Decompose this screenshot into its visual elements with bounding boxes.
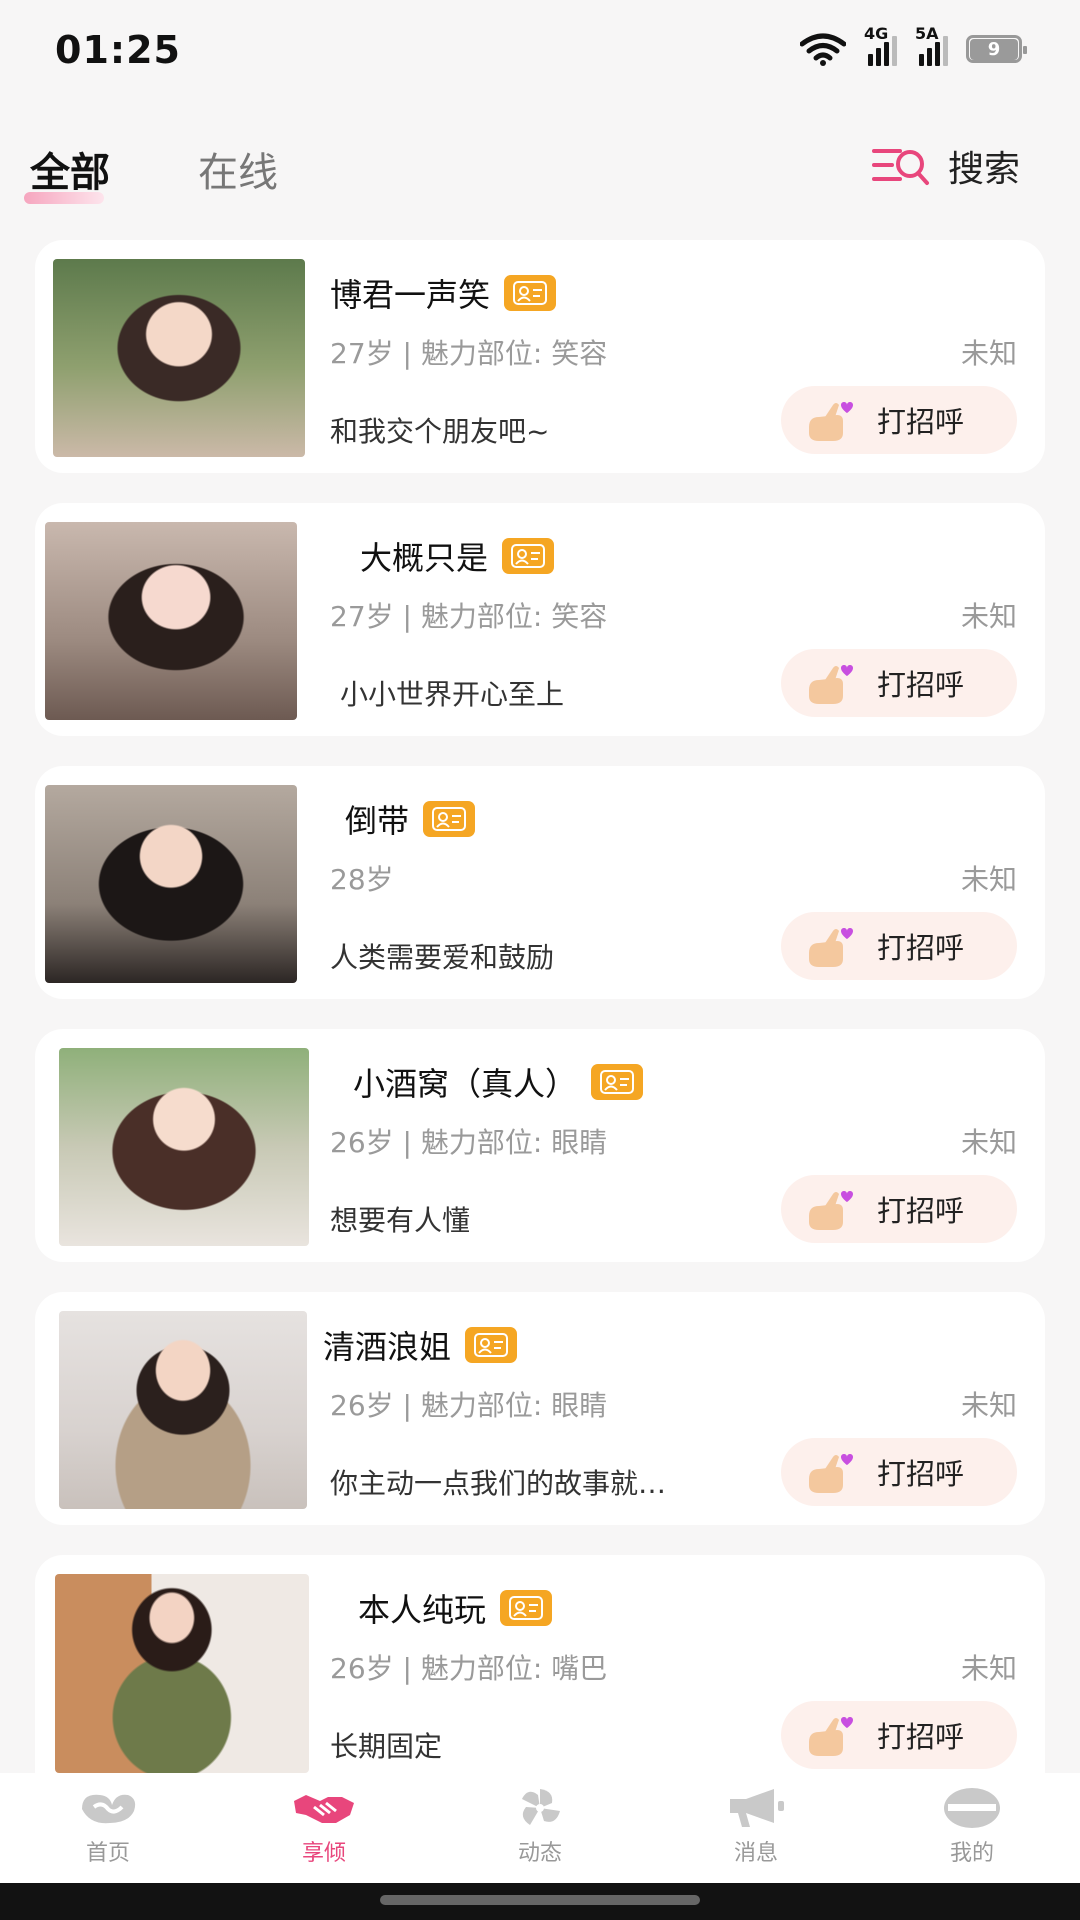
profile-bio: 人类需要爱和鼓励 (330, 941, 555, 974)
profile-photo[interactable] (45, 785, 297, 983)
nav-moments[interactable]: 动态 (432, 1773, 648, 1883)
profile-distance: 未知 (960, 863, 1017, 896)
greet-button[interactable]: 打招呼 (781, 386, 1017, 454)
verified-badge-icon (591, 1064, 644, 1100)
signal-4g-icon: 4G (864, 24, 897, 66)
signal-4g-label: 4G (864, 24, 889, 43)
search-label: 搜索 (947, 149, 1020, 190)
profile-name: 大概只是 (360, 539, 489, 577)
profile-card[interactable]: 小酒窝（真人） 26岁 | 魅力部位: 眼睛 未知 想要有人懂 打招呼 (35, 1029, 1045, 1262)
search-button[interactable]: 搜索 (871, 140, 1020, 192)
profile-card[interactable]: 倒带 28岁 未知 人类需要爱和鼓励 打招呼 (35, 766, 1045, 999)
handshake-icon (294, 1795, 354, 1823)
nav-xiangqing[interactable]: 享倾 (216, 1773, 432, 1883)
battery-level: 9 (970, 38, 1018, 60)
profile-meta: 27岁 | 魅力部位: 笑容 (330, 600, 608, 633)
profile-name: 博君一声笑 (330, 276, 491, 314)
home-indicator[interactable] (380, 1895, 700, 1905)
greet-label: 打招呼 (877, 931, 965, 965)
verified-badge-icon (423, 801, 476, 837)
finger-heart-icon (809, 928, 853, 967)
pinwheel-icon (522, 1789, 560, 1825)
profile-bio: 小小世界开心至上 (340, 678, 565, 711)
profile-name: 清酒浪姐 (323, 1328, 452, 1366)
finger-heart-icon (809, 665, 853, 704)
verified-badge-icon (504, 275, 557, 311)
nav-home[interactable]: 首页 (0, 1773, 216, 1883)
nav-mine[interactable]: 我的 (864, 1773, 1080, 1883)
profile-photo[interactable] (55, 1574, 309, 1773)
profile-bio: 想要有人懂 (330, 1204, 471, 1237)
verified-badge-icon (465, 1327, 518, 1363)
profile-card[interactable]: 博君一声笑 27岁 | 魅力部位: 笑容 未知 和我交个朋友吧~ 打招呼 (35, 240, 1045, 473)
signal-5a-label: 5A (915, 24, 939, 43)
profile-card[interactable]: 清酒浪姐 26岁 | 魅力部位: 眼睛 未知 你主动一点我们的故事就… 打招呼 (35, 1292, 1045, 1525)
tab-online[interactable]: 在线 (198, 140, 278, 198)
status-icons: 4G 5A 9 (800, 24, 1027, 66)
profile-distance: 未知 (960, 1389, 1017, 1422)
tab-all-label: 全部 (30, 150, 110, 196)
greet-button[interactable]: 打招呼 (781, 1175, 1017, 1243)
profile-card[interactable]: 大概只是 27岁 | 魅力部位: 笑容 未知 小小世界开心至上 打招呼 (35, 503, 1045, 736)
nav-mine-label: 我的 (949, 1841, 994, 1866)
profile-distance: 未知 (960, 1126, 1017, 1159)
profile-meta: 26岁 | 魅力部位: 嘴巴 (330, 1652, 608, 1685)
greet-button[interactable]: 打招呼 (781, 649, 1017, 717)
greet-label: 打招呼 (877, 405, 965, 439)
greet-label: 打招呼 (877, 1457, 965, 1491)
profile-distance: 未知 (960, 600, 1017, 633)
nav-xiangqing-label: 享倾 (301, 1841, 346, 1866)
greet-button[interactable]: 打招呼 (781, 1438, 1017, 1506)
tab-all[interactable]: 全部 (24, 140, 110, 204)
profile-name: 本人纯玩 (358, 1591, 487, 1629)
greet-button[interactable]: 打招呼 (781, 1701, 1017, 1769)
profile-meta: 28岁 (330, 863, 394, 896)
profile-card[interactable]: 本人纯玩 26岁 | 魅力部位: 嘴巴 未知 长期固定 打招呼 (35, 1555, 1045, 1773)
profile-icon (944, 1788, 1000, 1828)
system-home-bar (0, 1883, 1080, 1920)
finger-heart-icon (809, 402, 853, 441)
profile-bio: 长期固定 (330, 1730, 443, 1763)
profile-photo[interactable] (59, 1048, 309, 1246)
nav-home-label: 首页 (85, 1841, 130, 1866)
signal-5a-icon: 5A (915, 24, 948, 66)
profile-distance: 未知 (960, 337, 1017, 370)
verified-badge-icon (500, 1590, 553, 1626)
greet-label: 打招呼 (877, 1194, 965, 1228)
bottom-nav: 首页 享倾 动态 消息 我的 (0, 1773, 1080, 1883)
profile-meta: 26岁 | 魅力部位: 眼睛 (330, 1126, 608, 1159)
verified-badge-icon (502, 538, 555, 574)
profile-meta: 26岁 | 魅力部位: 眼睛 (330, 1389, 608, 1422)
greet-label: 打招呼 (877, 668, 965, 702)
status-bar: 01:25 4G 5A 9 (0, 0, 1080, 100)
profile-bio: 你主动一点我们的故事就… (330, 1467, 667, 1500)
profile-photo[interactable] (59, 1311, 307, 1509)
battery-icon: 9 (966, 35, 1027, 63)
nav-messages-label: 消息 (733, 1841, 778, 1866)
profile-bio: 和我交个朋友吧~ (330, 415, 550, 448)
profile-distance: 未知 (960, 1652, 1017, 1685)
status-time: 01:25 (55, 28, 181, 72)
greet-button[interactable]: 打招呼 (781, 912, 1017, 980)
profile-name: 小酒窝（真人） (353, 1065, 578, 1103)
search-filter-icon (871, 149, 929, 185)
wifi-icon (800, 33, 846, 66)
nav-moments-label: 动态 (517, 1841, 562, 1866)
profile-meta: 27岁 | 魅力部位: 笑容 (330, 337, 608, 370)
profile-photo[interactable] (53, 259, 305, 457)
profile-photo[interactable] (45, 522, 297, 720)
nav-messages[interactable]: 消息 (648, 1773, 864, 1883)
greet-label: 打招呼 (877, 1720, 965, 1754)
finger-heart-icon (809, 1191, 853, 1230)
finger-heart-icon (809, 1717, 853, 1756)
top-tabs: 全部 在线 搜索 (0, 130, 1080, 210)
megaphone-icon (730, 1789, 784, 1827)
profile-name: 倒带 (345, 802, 410, 840)
finger-heart-icon (809, 1454, 853, 1493)
home-logo-icon (82, 1794, 136, 1824)
